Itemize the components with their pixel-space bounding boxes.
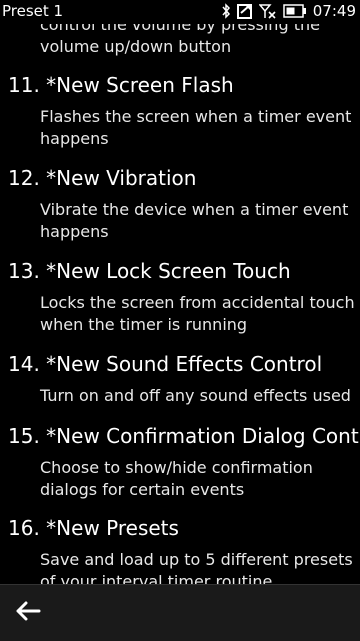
- item-description: Turn on and off any sound effects used: [40, 386, 351, 405]
- item-description: Vibrate the device when a timer event ha…: [40, 200, 349, 241]
- item-title: *New Screen Flash: [46, 73, 234, 97]
- feature-list[interactable]: control the volume by pressing the volum…: [0, 0, 360, 584]
- item-number: 15.: [8, 424, 40, 448]
- item-title: *New Confirmation Dialog Control: [46, 424, 360, 448]
- back-button[interactable]: [10, 597, 46, 629]
- battery-icon: [283, 3, 307, 19]
- item-description: Save and load up to 5 different presets …: [40, 550, 353, 584]
- item-title: *New Lock Screen Touch: [46, 259, 291, 283]
- item-description: Choose to show/hide confirmation dialogs…: [40, 458, 313, 499]
- item-number: 14.: [8, 352, 40, 376]
- item-number: 11.: [8, 73, 40, 97]
- screen-title: Preset 1: [2, 2, 64, 20]
- bluetooth-icon: [221, 3, 231, 19]
- clock: 07:49: [312, 2, 356, 20]
- signal-off-icon: [258, 3, 277, 19]
- item-description: Locks the screen from accidental touch w…: [40, 293, 355, 334]
- item-title: *New Presets: [46, 516, 179, 540]
- message-icon: [236, 3, 253, 19]
- item-number: 13.: [8, 259, 40, 283]
- toolbar: [0, 584, 360, 641]
- item-description: Flashes the screen when a timer event ha…: [40, 107, 352, 148]
- item-number: 12.: [8, 166, 40, 190]
- status-bar: Preset 1 07:49: [0, 0, 360, 24]
- item-number: 16.: [8, 516, 40, 540]
- item-title: *New Vibration: [46, 166, 197, 190]
- item-title: *New Sound Effects Control: [46, 352, 323, 376]
- back-arrow-icon: [15, 601, 41, 625]
